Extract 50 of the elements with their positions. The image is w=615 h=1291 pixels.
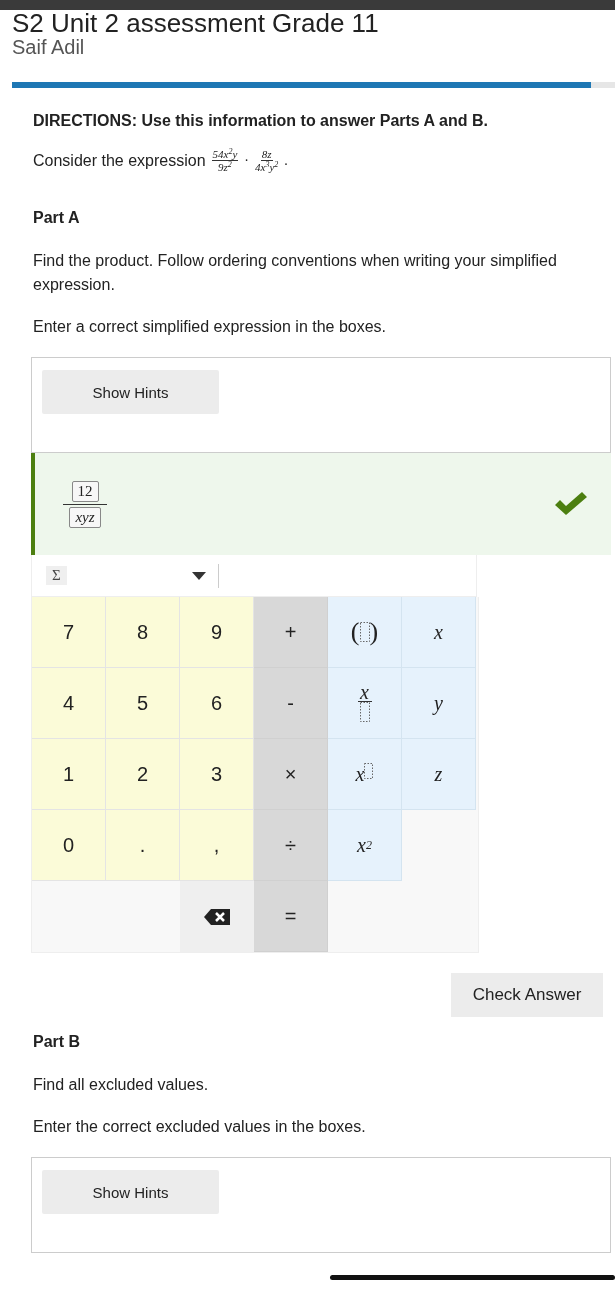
variable-key[interactable]: z: [402, 739, 476, 810]
fraction: 8z 4x$^{3}$y$^{2}$: [255, 148, 279, 173]
digit-key[interactable]: 6: [180, 668, 254, 739]
part-title: Part A: [33, 209, 81, 227]
operator-key[interactable]: ×: [254, 739, 328, 810]
part-title: Part B: [33, 1033, 82, 1051]
digit-key[interactable]: 1: [32, 739, 106, 810]
parentheses-key[interactable]: ( ): [328, 597, 402, 668]
question-text: Find all excluded values.: [33, 1075, 210, 1095]
digit-key[interactable]: 9: [180, 597, 254, 668]
show-hints-button[interactable]: Show Hints: [42, 1170, 219, 1214]
assessment-title: S2 Unit 2 assessment Grade 11: [12, 10, 379, 34]
operator-key[interactable]: +: [254, 597, 328, 668]
placeholder-box-icon: [359, 701, 370, 722]
fraction: 54x$^{2}$y 9z$^{2}$: [211, 148, 239, 173]
backspace-key[interactable]: [180, 881, 254, 952]
student-name: Saif Adil: [12, 36, 85, 59]
instruction-text: Enter the correct excluded values in the boxes.: [33, 1117, 367, 1137]
dropdown-caret-icon[interactable]: [192, 571, 206, 580]
digit-key[interactable]: 4: [32, 668, 106, 739]
show-hints-button[interactable]: Show Hints: [42, 370, 219, 414]
digit-key[interactable]: .: [106, 810, 180, 881]
fraction-key[interactable]: x: [328, 668, 402, 739]
exponent-key[interactable]: x: [328, 739, 402, 810]
digit-key[interactable]: 8: [106, 597, 180, 668]
check-answer-button[interactable]: Check Answer: [451, 973, 603, 1017]
variable-key[interactable]: x: [402, 597, 476, 668]
variable-key[interactable]: y: [402, 668, 476, 739]
operator-key[interactable]: -: [254, 668, 328, 739]
digit-key[interactable]: 7: [32, 597, 106, 668]
question-text: Find the product. Follow ordering conventions when writing your simplified expression.: [33, 251, 558, 295]
digit-key[interactable]: 5: [106, 668, 180, 739]
operator-key[interactable]: =: [254, 881, 328, 952]
placeholder-box-icon: [359, 622, 370, 642]
directions-text: DIRECTIONS: Use this information to answer Parts A and B.: [33, 112, 489, 130]
digit-key[interactable]: ,: [180, 810, 254, 881]
numerator-field[interactable]: 12: [71, 480, 99, 502]
denominator-field[interactable]: xyz: [69, 506, 101, 528]
placeholder-box-icon: [364, 763, 374, 779]
operator-key[interactable]: ÷: [254, 810, 328, 881]
multiply-dot: ·: [244, 152, 249, 169]
digit-key[interactable]: 3: [180, 739, 254, 810]
digit-key[interactable]: 2: [106, 739, 180, 810]
symbol-palette-button[interactable]: Σ: [46, 566, 67, 585]
period: .: [284, 152, 288, 169]
instruction-text: Enter a correct simplified expression in the boxes.: [33, 317, 388, 337]
backspace-icon: [204, 908, 230, 925]
checkmark-icon: [553, 492, 589, 516]
expression-text: Consider the expression: [33, 151, 206, 170]
digit-key[interactable]: 0: [32, 810, 106, 881]
